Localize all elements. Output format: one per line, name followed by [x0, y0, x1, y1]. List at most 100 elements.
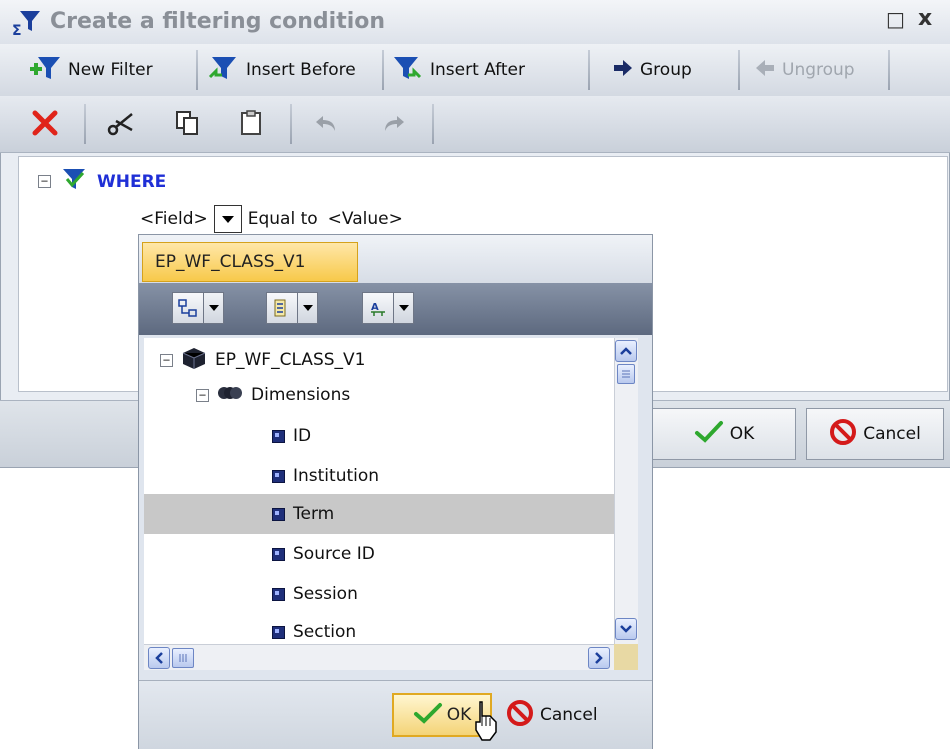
ungroup-button[interactable]: Ungroup [754, 52, 855, 88]
cancel-icon [829, 418, 857, 451]
delete-icon[interactable] [30, 108, 60, 138]
sort-mode-button[interactable]: A [362, 290, 414, 326]
tree-item-label: ID [293, 426, 312, 446]
new-filter-icon [28, 53, 62, 88]
insert-after-label: Insert After [430, 60, 525, 80]
filter-check-icon [61, 167, 87, 196]
list-icon [266, 292, 298, 324]
insert-before-label: Insert Before [246, 60, 356, 80]
new-filter-button[interactable]: New Filter [28, 52, 153, 88]
filter-toolbar: New Filter Insert Before Insert After Gr… [0, 44, 950, 97]
vertical-scrollbar[interactable] [614, 338, 638, 644]
popup-cancel-label: Cancel [540, 705, 598, 725]
tree-item-selected[interactable]: Term [144, 494, 614, 534]
arrow-left-icon [754, 58, 776, 83]
insert-before-button[interactable]: Insert Before [206, 52, 356, 88]
value-placeholder[interactable]: <Value> [328, 209, 403, 229]
popup-cancel-button[interactable]: Cancel [506, 695, 598, 735]
scroll-left-icon[interactable] [148, 647, 170, 669]
tree-item-label: Session [293, 584, 358, 604]
toolbar-separator [588, 50, 590, 90]
ok-label: OK [729, 424, 755, 444]
cancel-label: Cancel [863, 424, 921, 444]
undo-icon[interactable] [312, 110, 340, 136]
insert-after-icon [390, 53, 424, 88]
tree-item-label: Source ID [293, 544, 375, 564]
dimension-item-icon [272, 625, 285, 639]
cancel-button[interactable]: Cancel [806, 408, 944, 460]
filter-sigma-icon: Σ [12, 7, 42, 39]
dimension-item-icon [272, 507, 285, 521]
toolbar-separator [196, 50, 198, 90]
tab-ep-wf-class[interactable]: EP_WF_CLASS_V1 [142, 242, 358, 282]
horizontal-scrollbar[interactable] [144, 644, 614, 670]
insert-before-icon [206, 53, 240, 88]
toolbar-separator [382, 50, 384, 90]
collapse-icon[interactable]: − [196, 388, 209, 402]
insert-after-button[interactable]: Insert After [390, 52, 525, 88]
ok-button[interactable]: OK [652, 408, 796, 460]
view-mode-button[interactable] [172, 290, 224, 326]
new-filter-label: New Filter [68, 60, 153, 80]
field-tree[interactable]: − EP_WF_CLASS_V1 − Dimensions ID Institu… [144, 338, 614, 644]
scroll-corner [614, 644, 638, 670]
collapse-icon[interactable]: − [160, 353, 173, 367]
toolbar-separator [432, 104, 434, 144]
cancel-icon [506, 699, 534, 732]
scroll-up-icon[interactable] [615, 340, 637, 362]
chevron-down-icon [221, 209, 234, 229]
popup-ok-label: OK [446, 705, 472, 725]
tree-item-label: Institution [293, 466, 380, 486]
tree-item[interactable]: Source ID [272, 534, 375, 574]
chevron-down-icon[interactable] [204, 292, 224, 324]
chevron-down-icon[interactable] [394, 292, 414, 324]
hierarchy-icon [172, 292, 204, 324]
alpha-tree-icon: A [362, 292, 394, 324]
tree-item[interactable]: Institution [272, 456, 379, 496]
copy-icon[interactable] [172, 108, 202, 138]
tree-root-label: EP_WF_CLASS_V1 [215, 350, 366, 370]
toolbar-separator [84, 104, 86, 144]
cube-icon [181, 346, 207, 375]
dimension-item-icon [272, 469, 285, 483]
tree-root-node[interactable]: − EP_WF_CLASS_V1 [160, 340, 365, 380]
dimension-item-icon [272, 429, 285, 443]
toolbar-separator [290, 104, 292, 144]
scroll-thumb[interactable] [172, 648, 194, 668]
collapse-icon[interactable]: − [38, 175, 51, 188]
tree-group-node[interactable]: − Dimensions [196, 375, 350, 415]
group-button[interactable]: Group [612, 52, 692, 88]
toolbar-separator [888, 50, 890, 90]
tree-group-label: Dimensions [251, 385, 351, 405]
ungroup-label: Ungroup [782, 60, 855, 80]
scroll-down-icon[interactable] [615, 618, 637, 640]
cut-icon[interactable] [106, 108, 136, 138]
dialog-title: Create a filtering condition [50, 9, 386, 34]
list-mode-button[interactable] [266, 290, 318, 326]
mouse-cursor-icon [470, 700, 500, 744]
tree-item[interactable]: ID [272, 416, 311, 456]
where-node[interactable]: − WHERE [38, 167, 166, 196]
svg-text:Σ: Σ [12, 23, 22, 37]
scroll-right-icon[interactable] [588, 647, 610, 669]
operator-label[interactable]: Equal to [248, 209, 318, 229]
field-dropdown-button[interactable] [213, 205, 242, 233]
dimension-item-icon [272, 587, 285, 601]
redo-icon[interactable] [380, 110, 408, 136]
scroll-thumb[interactable] [617, 364, 635, 384]
group-label: Group [640, 60, 692, 80]
close-icon[interactable]: x [918, 6, 932, 31]
condition-row: <Field> Equal to <Value> [140, 205, 403, 233]
tree-item[interactable]: Section [272, 612, 356, 644]
tree-item[interactable]: Session [272, 574, 358, 614]
check-icon [413, 702, 443, 729]
where-label: WHERE [97, 171, 167, 192]
field-placeholder[interactable]: <Field> [140, 209, 208, 229]
tree-item-label: Section [293, 622, 357, 642]
check-icon [694, 420, 724, 449]
maximize-icon[interactable]: □ [886, 9, 905, 29]
arrow-right-icon [612, 58, 634, 83]
paste-icon[interactable] [236, 108, 266, 138]
chevron-down-icon[interactable] [298, 292, 318, 324]
dimension-item-icon [272, 547, 285, 561]
